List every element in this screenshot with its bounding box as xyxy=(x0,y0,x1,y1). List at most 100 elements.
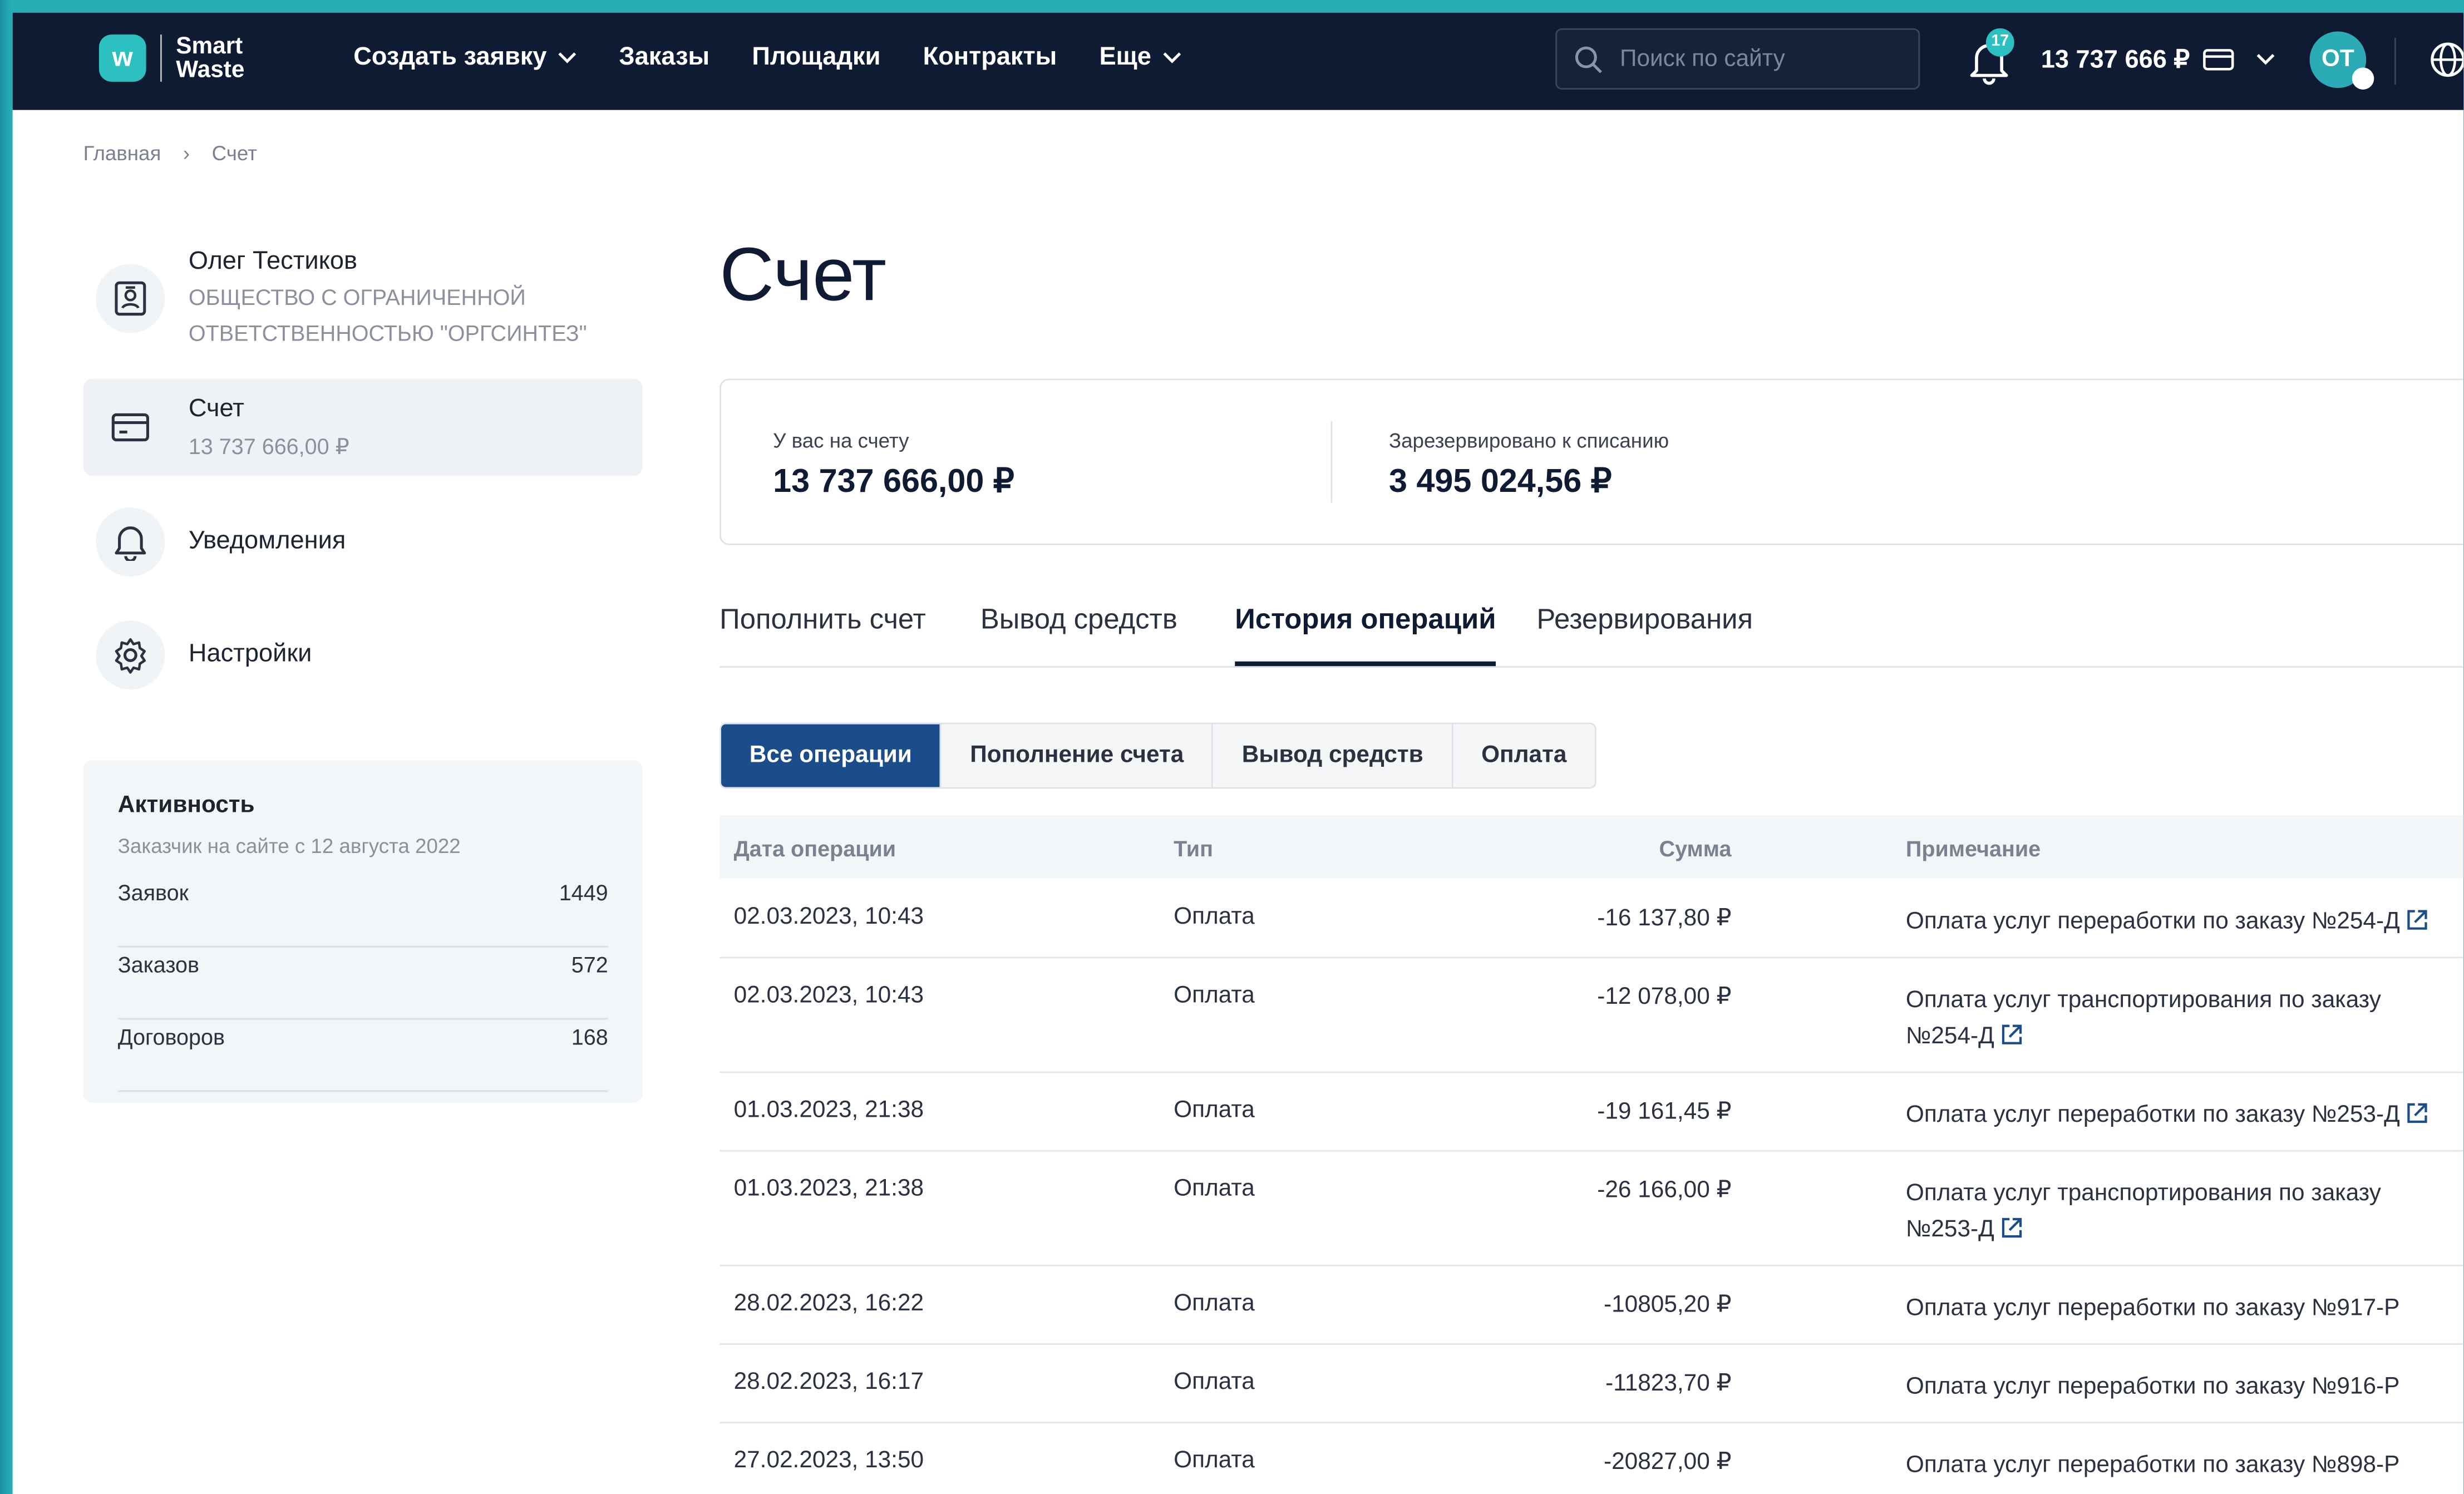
globe-icon[interactable] xyxy=(2429,41,2464,78)
account-tabs: Пополнить счет Вывод средств История опе… xyxy=(720,603,2464,668)
tab-withdraw[interactable]: Вывод средств xyxy=(980,603,1177,636)
external-link-icon[interactable] xyxy=(2406,1101,2429,1125)
sidebar-notifications-label: Уведомления xyxy=(188,527,346,555)
external-link-icon[interactable] xyxy=(2406,908,2429,931)
profile-icon-wrap xyxy=(96,264,165,333)
activity-row-label: Заявок xyxy=(117,880,189,905)
breadcrumb: Главная › Счет xyxy=(83,141,257,165)
active-tab-indicator xyxy=(1235,661,1496,667)
cell-type: Оплата xyxy=(1174,903,1255,930)
balance-value: 13 737 666,00 ₽ xyxy=(773,463,1014,500)
cell-type: Оплата xyxy=(1174,1290,1255,1317)
nav-create-request[interactable]: Создать заявку xyxy=(353,44,576,72)
nav-sites-label: Площадки xyxy=(752,44,881,71)
cell-sum: -19 161,45 ₽ xyxy=(1597,1098,1732,1125)
tab-history[interactable]: История операций xyxy=(1235,603,1496,636)
avatar-menu-icon[interactable] xyxy=(2352,67,2374,90)
site-search[interactable] xyxy=(1555,28,1920,90)
cell-note-text: Оплата услуг транспортирования по заказу… xyxy=(1905,1180,2381,1243)
notifications-count-badge: 17 xyxy=(1985,28,2014,57)
cell-sum: -11823,70 ₽ xyxy=(1605,1370,1732,1397)
breadcrumb-current: Счет xyxy=(211,141,257,165)
cell-note: Оплата услуг переработки по заказу №898-… xyxy=(1905,1451,2400,1478)
logo-divider xyxy=(160,34,162,82)
table-row[interactable]: 02.03.2023, 10:43 Оплата -12 078,00 ₽ Оп… xyxy=(720,957,2464,1073)
nav-orders-label: Заказы xyxy=(619,44,710,71)
cell-sum: -26 166,00 ₽ xyxy=(1597,1176,1732,1204)
activity-row: Заявок 1449 xyxy=(117,874,608,948)
cell-sum: -16 137,80 ₽ xyxy=(1597,905,1732,932)
table-row[interactable]: 28.02.2023, 16:17 Оплата -11823,70 ₽ Опл… xyxy=(720,1343,2464,1424)
main-menu: Создать заявку Заказы Площадки Контракты… xyxy=(353,44,1223,72)
column-header-note: Примечание xyxy=(1905,836,2041,861)
sidebar-item-settings[interactable]: Настройки xyxy=(83,618,643,693)
column-header-date[interactable]: Дата операции xyxy=(734,836,896,861)
activity-title: Активность xyxy=(117,792,255,819)
column-header-type[interactable]: Тип xyxy=(1174,836,1213,861)
activity-row: Заказов 572 xyxy=(117,946,608,1020)
logo-text-line1: Smart xyxy=(176,33,243,60)
table-row[interactable]: 02.03.2023, 10:43 Оплата -16 137,80 ₽ Оп… xyxy=(720,878,2464,959)
activity-row-value: 572 xyxy=(571,952,608,978)
cell-sum: -12 078,00 ₽ xyxy=(1597,983,1732,1010)
search-input[interactable] xyxy=(1617,44,1906,74)
summary-divider xyxy=(1330,421,1333,503)
column-header-sum[interactable]: Сумма xyxy=(1659,836,1732,861)
nav-orders[interactable]: Заказы xyxy=(619,44,709,72)
filter-top-up-button[interactable]: Пополнение счета xyxy=(942,724,1214,787)
cell-type: Оплата xyxy=(1174,1096,1255,1123)
table-header: Дата операции Тип Сумма Примечание xyxy=(720,815,2464,879)
cell-note: Оплата услуг транспортирования по заказу… xyxy=(1906,982,2440,1054)
activity-row-value: 168 xyxy=(571,1024,608,1050)
cell-date: 28.02.2023, 16:17 xyxy=(733,1368,924,1396)
filter-withdraw-button[interactable]: Вывод средств xyxy=(1213,724,1453,787)
filter-all-button[interactable]: Все операции xyxy=(721,724,942,787)
card-icon xyxy=(111,413,149,442)
nav-contracts[interactable]: Контракты xyxy=(923,44,1057,72)
header-balance[interactable]: 13 737 666 ₽ xyxy=(2041,44,2275,75)
cell-date: 01.03.2023, 21:38 xyxy=(733,1096,924,1123)
breadcrumb-home[interactable]: Главная xyxy=(83,141,161,165)
nav-contracts-label: Контракты xyxy=(923,44,1057,71)
header-divider xyxy=(2394,37,2396,85)
sidebar-settings-label: Настройки xyxy=(188,640,312,668)
cell-date: 27.02.2023, 13:50 xyxy=(733,1447,924,1474)
cell-date: 02.03.2023, 10:43 xyxy=(733,903,924,930)
reserved-label: Зарезервировано к списанию xyxy=(1388,428,1669,453)
cell-sum: -10805,20 ₽ xyxy=(1603,1291,1732,1318)
tab-reservations[interactable]: Резервирования xyxy=(1536,603,1753,636)
profile-badge-icon xyxy=(115,281,146,316)
header-balance-amount: 13 737 666 ₽ xyxy=(2041,47,2190,74)
table-row[interactable]: 01.03.2023, 21:38 Оплата -26 166,00 ₽ Оп… xyxy=(720,1150,2464,1266)
search-icon xyxy=(1575,46,1602,73)
external-link-icon[interactable] xyxy=(2000,1216,2024,1239)
sidebar-item-profile[interactable]: Олег Тестиков ОБЩЕСТВО С ОГРАНИЧЕННОЙ ОТ… xyxy=(83,245,643,371)
activity-row-label: Договоров xyxy=(117,1024,225,1050)
notifications-icon-wrap xyxy=(96,507,165,577)
external-link-icon[interactable] xyxy=(2000,1023,2024,1046)
table-row[interactable]: 01.03.2023, 21:38 Оплата -19 161,45 ₽ Оп… xyxy=(720,1072,2464,1152)
sidebar-account-label: Счет xyxy=(188,396,244,423)
logo-mark-icon: w xyxy=(98,34,146,82)
nav-create-request-label: Создать заявку xyxy=(353,44,547,71)
sidebar-account-amount: 13 737 666,00 ₽ xyxy=(188,433,349,459)
sidebar-item-notifications[interactable]: Уведомления xyxy=(83,504,643,580)
sidebar-item-account[interactable]: Счет 13 737 666,00 ₽ xyxy=(83,378,643,476)
brand-logo[interactable]: w Smart Waste xyxy=(98,33,244,82)
cell-type: Оплата xyxy=(1174,982,1255,1009)
chevron-down-icon xyxy=(2256,54,2274,65)
cell-type: Оплата xyxy=(1174,1447,1255,1474)
table-row[interactable]: 27.02.2023, 13:50 Оплата -20827,00 ₽ Опл… xyxy=(720,1422,2463,1494)
activity-row-label: Заказов xyxy=(117,952,200,978)
table-row[interactable]: 28.02.2023, 16:22 Оплата -10805,20 ₽ Опл… xyxy=(720,1265,2464,1345)
nav-more[interactable]: Еще xyxy=(1099,44,1181,72)
chevron-down-icon xyxy=(558,52,576,63)
filter-payment-button[interactable]: Оплата xyxy=(1453,724,1595,787)
app-frame: w Smart Waste Создать заявку Заказы Площ… xyxy=(12,12,2464,1494)
nav-sites[interactable]: Площадки xyxy=(752,44,880,72)
tab-top-up[interactable]: Пополнить счет xyxy=(720,603,926,636)
cell-sum: -20827,00 ₽ xyxy=(1603,1448,1732,1476)
profile-name: Олег Тестиков xyxy=(188,248,358,275)
cell-note-text: Оплата услуг переработки по заказу №253-… xyxy=(1905,1101,2400,1128)
operation-filter: Все операции Пополнение счета Вывод сред… xyxy=(720,722,1597,789)
